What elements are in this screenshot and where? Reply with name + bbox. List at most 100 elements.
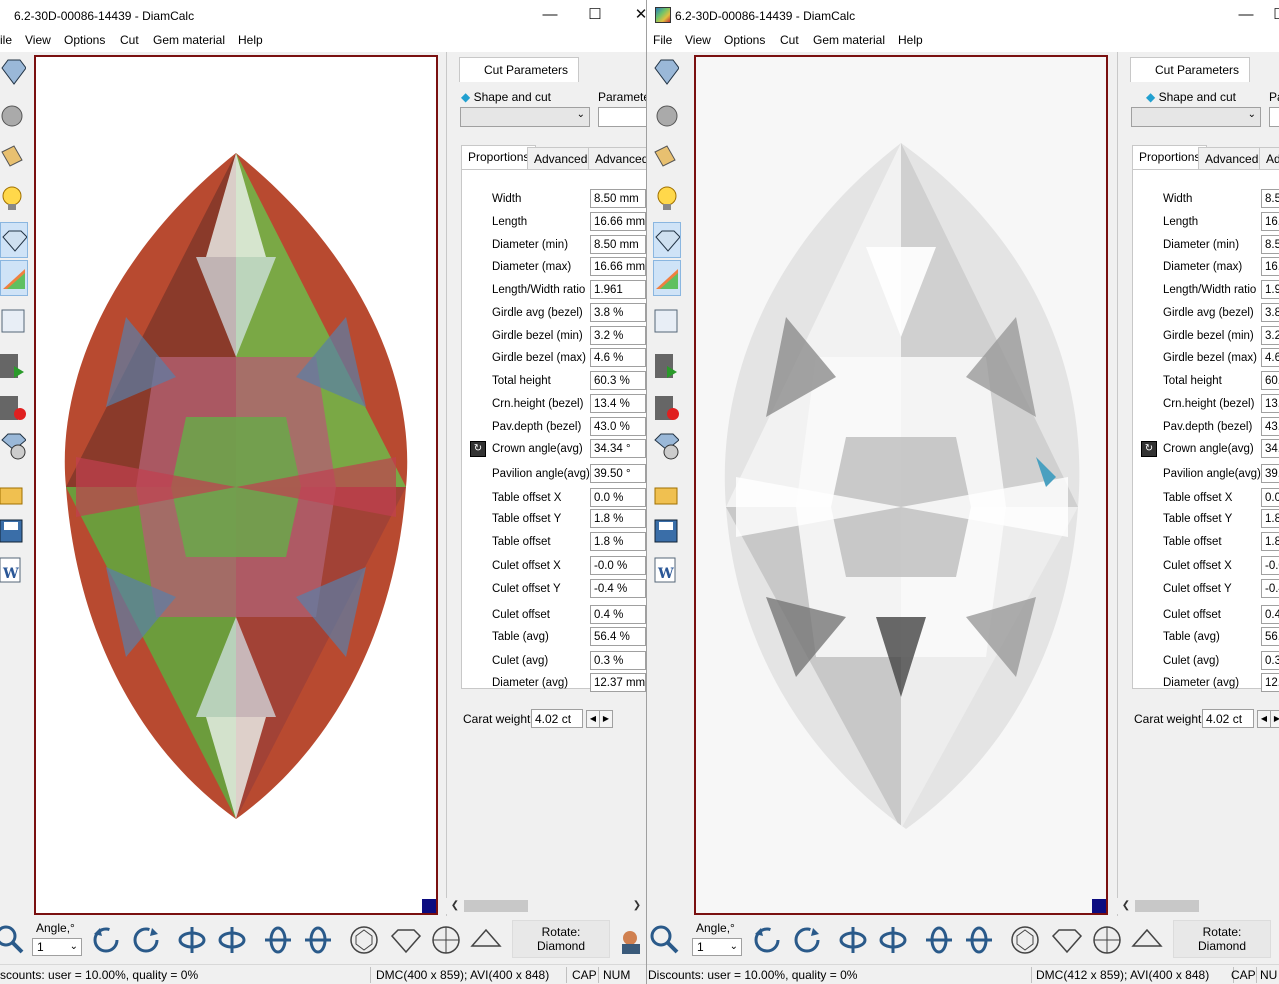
bottom-view-icon[interactable] <box>1091 924 1123 956</box>
proportion-value-field[interactable]: 16.6 <box>1261 257 1279 276</box>
close-button[interactable]: ✕ <box>626 4 646 26</box>
menu-cut[interactable]: Cut <box>120 33 139 47</box>
proportion-value-field[interactable]: 12.3 <box>1261 673 1279 692</box>
gem-viewport[interactable] <box>34 55 438 915</box>
save-disk-icon[interactable] <box>653 514 679 548</box>
scroll-left-icon[interactable]: ❮ <box>448 898 462 914</box>
tab-advanced-2[interactable]: Adv <box>1259 147 1279 170</box>
flip-horizontal-down-icon[interactable] <box>963 924 995 956</box>
menu-cut[interactable]: Cut <box>780 33 799 47</box>
shape-and-cut-select[interactable]: ⌄ <box>1131 107 1261 127</box>
profile-view-icon[interactable] <box>470 924 502 956</box>
proportion-value-field[interactable]: 3.8 % <box>590 303 646 322</box>
panel-horizontal-scrollbar[interactable]: ❮ ❯ <box>446 898 644 914</box>
save-disk-icon[interactable] <box>0 514 26 548</box>
diamond-sparkle-icon[interactable] <box>0 222 28 258</box>
proportion-value-field[interactable]: 60.3 <box>1261 371 1279 390</box>
carat-weight-value[interactable]: 4.02 ct <box>531 709 583 728</box>
tab-proportions[interactable]: Proportions <box>461 145 537 170</box>
menu-help[interactable]: Help <box>238 33 263 47</box>
carat-increase-button[interactable]: ▶ <box>1270 710 1279 728</box>
angle-select[interactable]: 1 ⌄ <box>32 938 82 956</box>
image-diamond-icon[interactable] <box>653 304 679 338</box>
proportion-value-field[interactable]: 60.3 % <box>590 371 646 390</box>
menu-gem-material[interactable]: Gem material <box>153 33 225 47</box>
bottom-view-icon[interactable] <box>430 924 462 956</box>
diamond-sparkle-icon[interactable] <box>653 222 681 258</box>
rotate-cw-icon[interactable] <box>130 924 162 956</box>
proportion-value-field[interactable]: 39.50 ° <box>590 464 646 483</box>
carat-decrease-button[interactable]: ◀ <box>586 710 600 728</box>
gem-viewport[interactable] <box>694 55 1108 915</box>
carat-weight-value[interactable]: 4.02 ct <box>1202 709 1254 728</box>
menu-help[interactable]: Help <box>898 33 923 47</box>
video-record-icon[interactable] <box>653 390 679 424</box>
flip-vertical-right-icon[interactable] <box>877 924 909 956</box>
paint-bucket-icon[interactable] <box>0 140 26 174</box>
light-bulb-icon[interactable] <box>0 182 26 216</box>
minimize-button[interactable]: — <box>535 4 565 26</box>
diamond-wheel-icon[interactable] <box>653 428 680 462</box>
scroll-thumb[interactable] <box>1135 900 1199 912</box>
shape-and-cut-select[interactable]: ⌄ <box>460 107 590 127</box>
proportion-value-field[interactable]: 16.66 mm <box>590 212 646 231</box>
zoom-icon[interactable] <box>0 924 26 956</box>
panel-horizontal-scrollbar[interactable]: ❮ <box>1117 898 1279 914</box>
sphere-icon[interactable] <box>0 98 26 132</box>
proportion-value-field[interactable]: 1.8 <box>1261 509 1279 528</box>
proportion-value-field[interactable]: -0.0 % <box>590 556 646 575</box>
tab-cut-parameters[interactable]: Cut Parameters <box>1130 57 1250 82</box>
flip-horizontal-down-icon[interactable] <box>302 924 334 956</box>
sphere-icon[interactable] <box>653 98 679 132</box>
rotate-ccw-icon[interactable] <box>751 924 783 956</box>
proportion-value-field[interactable]: -0.0 <box>1261 556 1279 575</box>
menu-options[interactable]: Options <box>64 33 105 47</box>
proportion-value-field[interactable]: -0.4 <box>1261 579 1279 598</box>
carat-decrease-button[interactable]: ◀ <box>1257 710 1271 728</box>
menu-gem-material[interactable]: Gem material <box>813 33 885 47</box>
paint-bucket-icon[interactable] <box>653 140 679 174</box>
proportion-value-field[interactable]: 1.8 % <box>590 509 646 528</box>
tab-advanced-2[interactable]: Advanced <box>588 147 646 170</box>
proportion-value-field[interactable]: 1.8 <box>1261 532 1279 551</box>
proportion-value-field[interactable]: 4.6 <box>1261 348 1279 367</box>
proportion-value-field[interactable]: 16.6 <box>1261 212 1279 231</box>
tab-cut-parameters[interactable]: Cut Parameters <box>459 57 579 82</box>
tab-advanced[interactable]: Advanced <box>1198 147 1266 170</box>
proportion-value-field[interactable]: -0.4 % <box>590 579 646 598</box>
top-view-icon[interactable] <box>348 924 380 956</box>
proportion-value-field[interactable]: 0.4 <box>1261 605 1279 624</box>
flip-horizontal-up-icon[interactable] <box>923 924 955 956</box>
menu-options[interactable]: Options <box>724 33 765 47</box>
open-folder-icon[interactable] <box>0 476 26 510</box>
proportion-value-field[interactable]: 34.3 <box>1261 439 1279 458</box>
video-record-icon[interactable] <box>0 390 26 424</box>
scroll-right-icon[interactable]: ❯ <box>630 898 644 914</box>
menu-file[interactable]: File <box>653 33 672 47</box>
side-view-icon[interactable] <box>390 924 422 956</box>
parameter-input[interactable] <box>598 107 646 127</box>
zoom-icon[interactable] <box>649 924 681 956</box>
proportion-value-field[interactable]: 8.50 <box>1261 189 1279 208</box>
proportion-value-field[interactable]: 0.3 % <box>590 651 646 670</box>
proportion-value-field[interactable]: 1.96 <box>1261 280 1279 299</box>
diamond-wheel-icon[interactable] <box>0 428 27 462</box>
carat-increase-button[interactable]: ▶ <box>599 710 613 728</box>
flip-vertical-left-icon[interactable] <box>837 924 869 956</box>
proportion-value-field[interactable]: 13.4 <box>1261 394 1279 413</box>
rotate-mode-button[interactable]: Rotate: Diamond <box>512 920 610 958</box>
spectrum-prism-icon[interactable] <box>0 260 28 296</box>
flip-vertical-left-icon[interactable] <box>176 924 208 956</box>
proportion-value-field[interactable]: 0.0 % <box>590 488 646 507</box>
angle-select[interactable]: 1 ⌄ <box>692 938 742 956</box>
proportion-value-field[interactable]: 3.8 <box>1261 303 1279 322</box>
top-view-icon[interactable] <box>1009 924 1041 956</box>
proportion-value-field[interactable]: 3.2 % <box>590 326 646 345</box>
maximize-button[interactable]: ☐ <box>580 4 610 26</box>
proportion-value-field[interactable]: 1.8 % <box>590 532 646 551</box>
diamond-view-icon[interactable] <box>653 54 680 88</box>
proportion-value-field[interactable]: 4.6 % <box>590 348 646 367</box>
rotate-ccw-icon[interactable] <box>90 924 122 956</box>
proportion-value-field[interactable]: 56.4 % <box>590 627 646 646</box>
proportion-value-field[interactable]: 39.5 <box>1261 464 1279 483</box>
